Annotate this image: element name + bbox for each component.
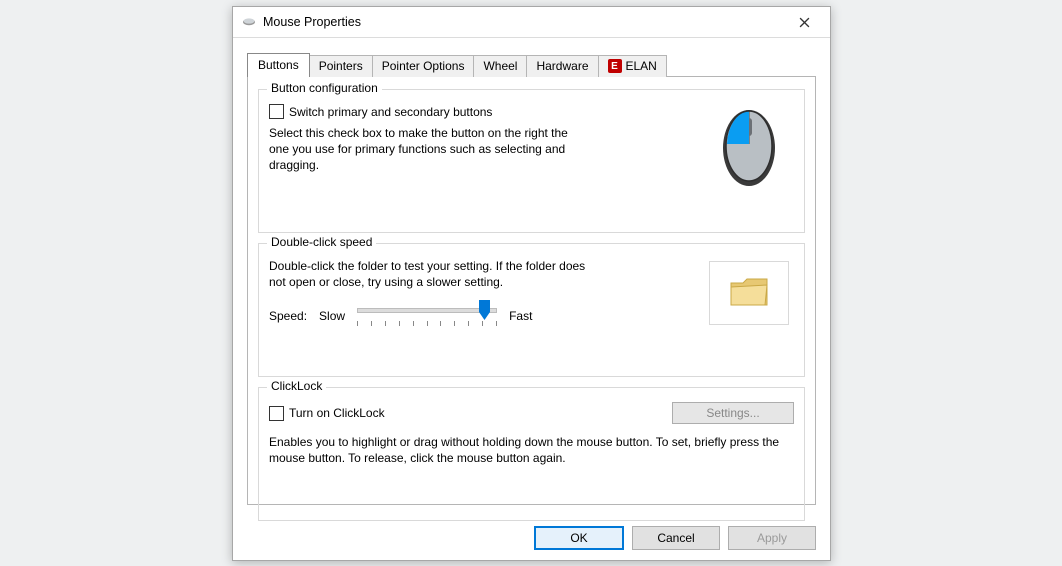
tab-label: Pointer Options — [382, 59, 465, 73]
cancel-button[interactable]: Cancel — [632, 526, 720, 550]
clicklock-checkbox[interactable] — [269, 406, 284, 421]
title-bar: Mouse Properties — [233, 7, 830, 38]
tab-label: ELAN — [626, 59, 657, 73]
mouse-properties-dialog: Mouse Properties Buttons Pointers Pointe… — [232, 6, 831, 561]
tab-elan[interactable]: E ELAN — [598, 55, 667, 77]
slow-label: Slow — [319, 309, 345, 323]
group-legend: Double-click speed — [267, 235, 376, 249]
tab-hardware[interactable]: Hardware — [526, 55, 598, 77]
clicklock-group: ClickLock Turn on ClickLock Settings... … — [258, 387, 805, 521]
ok-button[interactable]: OK — [534, 526, 624, 550]
clicklock-description: Enables you to highlight or drag without… — [269, 434, 794, 466]
slider-thumb[interactable] — [479, 300, 490, 320]
tab-pointer-options[interactable]: Pointer Options — [372, 55, 475, 77]
clicklock-settings-button: Settings... — [672, 402, 794, 424]
speed-slider[interactable] — [357, 304, 497, 328]
speed-label: Speed: — [269, 309, 307, 323]
speed-slider-row: Speed: Slow — [269, 304, 694, 328]
mouse-illustration — [719, 104, 779, 191]
double-click-speed-group: Double-click speed Double-click the fold… — [258, 243, 805, 377]
slider-ticks — [357, 321, 497, 328]
tab-pointers[interactable]: Pointers — [309, 55, 373, 77]
tab-content: Button configuration Switch primary and … — [247, 77, 816, 505]
tab-wheel[interactable]: Wheel — [473, 55, 527, 77]
apply-button: Apply — [728, 526, 816, 550]
switch-buttons-description: Select this check box to make the button… — [269, 125, 579, 174]
tab-label: Pointers — [319, 59, 363, 73]
tab-label: Hardware — [536, 59, 588, 73]
dialog-title: Mouse Properties — [263, 15, 784, 29]
group-legend: Button configuration — [267, 81, 382, 95]
dialog-footer: OK Cancel Apply — [534, 526, 816, 550]
test-folder[interactable] — [709, 261, 789, 325]
close-button[interactable] — [784, 9, 824, 35]
clicklock-label: Turn on ClickLock — [289, 406, 385, 420]
switch-buttons-checkbox[interactable] — [269, 104, 284, 119]
tab-label: Wheel — [483, 59, 517, 73]
slider-track — [357, 308, 497, 313]
elan-icon: E — [608, 59, 622, 73]
tab-strip: Buttons Pointers Pointer Options Wheel H… — [247, 52, 816, 77]
fast-label: Fast — [509, 309, 532, 323]
tab-label: Buttons — [258, 58, 299, 72]
button-configuration-group: Button configuration Switch primary and … — [258, 89, 805, 233]
tab-buttons[interactable]: Buttons — [247, 53, 310, 77]
switch-buttons-label: Switch primary and secondary buttons — [289, 105, 492, 119]
mouse-icon — [241, 14, 257, 30]
double-click-description: Double-click the folder to test your set… — [269, 258, 589, 290]
group-legend: ClickLock — [267, 379, 326, 393]
folder-icon — [728, 275, 770, 311]
